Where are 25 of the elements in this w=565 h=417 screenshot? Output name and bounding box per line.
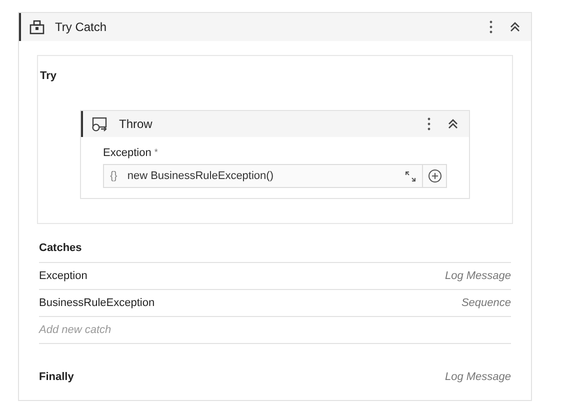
throw-icon [91,116,109,132]
section-label: Try [40,70,57,82]
field-value: new BusinessRuleException() [127,170,274,182]
catch-action[interactable]: Log Message [444,270,511,282]
add-catch-link[interactable]: Add new catch [39,324,112,336]
expand-icon[interactable] [405,170,416,182]
more-icon[interactable] [489,20,493,34]
catch-action[interactable]: Sequence [461,297,511,309]
plus-icon [428,169,442,183]
briefcase-icon [29,19,45,35]
expression-field[interactable]: {} new BusinessRuleException() [103,164,423,188]
required-mark: * [154,147,158,159]
more-icon[interactable] [427,117,431,131]
collapse-icon[interactable] [447,118,459,130]
activity-title: Throw [119,117,152,131]
add-button[interactable] [423,164,447,188]
activity-title: Try Catch [55,20,107,34]
field-label: Exception [103,147,152,159]
section-label: Finally [39,371,74,383]
finally-action[interactable]: Log Message [444,371,511,383]
braces-label: {} [110,170,118,182]
exception-type[interactable]: Exception [39,270,88,282]
collapse-icon[interactable] [509,21,521,33]
exception-type[interactable]: BusinessRuleException [39,297,155,309]
section-label: Catches [39,242,82,254]
